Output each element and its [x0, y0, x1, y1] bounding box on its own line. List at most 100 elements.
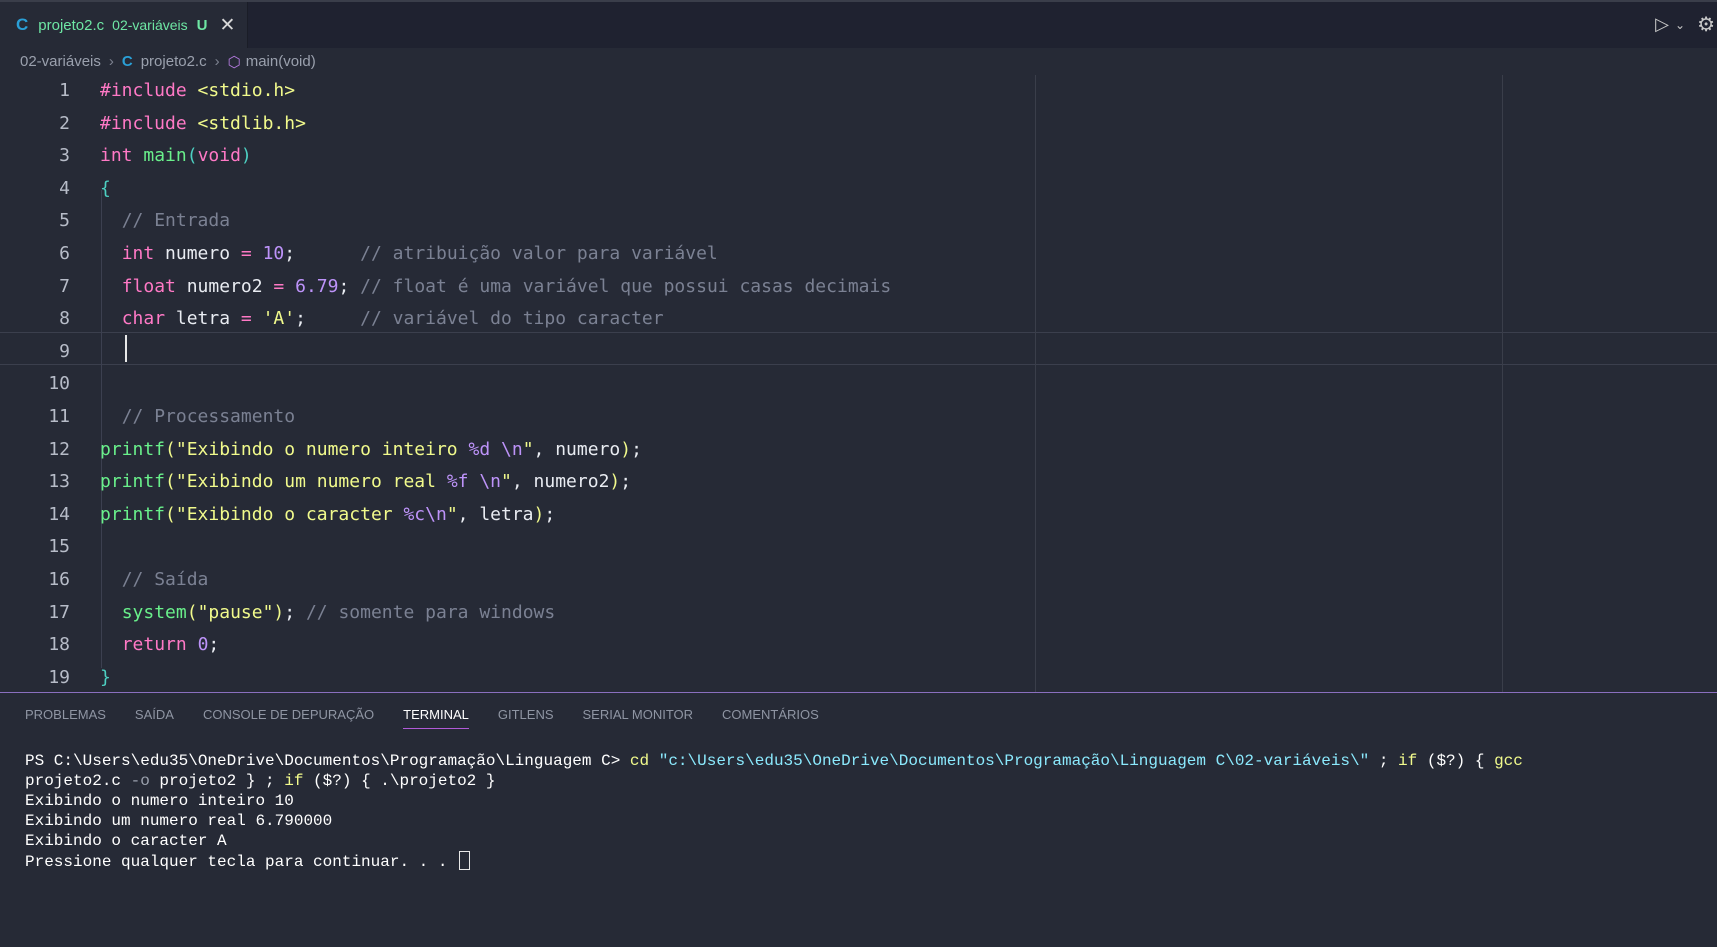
terminal-output-line: Pressione qualquer tecla para continuar.… [25, 853, 458, 871]
code-token: printf [100, 471, 166, 493]
panel-tab-terminal[interactable]: TERMINAL [403, 707, 469, 729]
code-token: #include [100, 80, 187, 101]
play-icon[interactable]: ▷ [1655, 14, 1669, 35]
breadcrumb-file[interactable]: projeto2.c [141, 53, 207, 70]
code-token: #include [100, 112, 187, 134]
code-token: printf [100, 438, 166, 460]
breadcrumb-folder[interactable]: 02-variáveis [20, 53, 101, 70]
gear-icon[interactable]: ⚙ [1697, 12, 1715, 37]
line-number: 12 [48, 438, 70, 460]
line-number: 7 [59, 275, 70, 297]
terminal-command: cd [629, 752, 650, 770]
code-token: // variável do tipo caracter [360, 308, 664, 330]
code-line: int numero = 10; // atribuição valor par… [100, 238, 718, 271]
editor-tab-projeto2[interactable]: C projeto2.c 02-variáveis U ✕ [0, 2, 248, 48]
line-number: 15 [48, 536, 70, 558]
code-token: %d [468, 438, 491, 460]
untracked-badge: U [196, 16, 208, 34]
tab-bar: C projeto2.c 02-variáveis U ✕ ▷ ⌄ ⚙ [0, 0, 1717, 48]
terminal-text: ; [1369, 752, 1399, 770]
code-token: ( [165, 503, 176, 525]
code-token: ) [273, 601, 285, 623]
code-line: // Saída [100, 564, 209, 597]
code-token: { [100, 177, 111, 199]
code-line: int main(void) [100, 140, 252, 173]
code-token: " [446, 503, 458, 525]
code-token: ; [544, 503, 556, 525]
code-token: = [273, 275, 285, 297]
code-token: void [197, 145, 241, 167]
code-token: ; [631, 438, 642, 460]
terminal-text: projeto2 } ; [149, 772, 285, 790]
close-icon[interactable]: ✕ [219, 14, 235, 37]
chevron-right-icon: › [108, 53, 114, 70]
code-line: #include <stdlib.h> [100, 108, 306, 141]
line-number: 8 [59, 308, 70, 330]
code-editor[interactable]: 1 #include <stdio.h> 2 #include <stdlib.h> 3… [0, 75, 1717, 692]
code-token: ; [284, 243, 361, 264]
c-file-icon: C [16, 15, 29, 34]
panel-tab-coment-rios[interactable]: COMENTÁRIOS [722, 707, 819, 729]
panel-tab-serial-monitor[interactable]: SERIAL MONITOR [583, 707, 694, 729]
panel-tab-gitlens[interactable]: GITLENS [498, 707, 554, 729]
line-number: 6 [59, 243, 70, 264]
terminal-keyword: if [284, 772, 304, 790]
terminal-keyword: if [1398, 752, 1418, 770]
code-token: int [121, 243, 155, 264]
panel-tab-problemas[interactable]: PROBLEMAS [25, 707, 106, 729]
panel-tabs: PROBLEMAS SAÍDA CONSOLE DE DEPURAÇÃO TERMIN… [25, 707, 819, 729]
code-token: // Processamento [121, 406, 296, 427]
code-line: return 0; [100, 629, 220, 662]
breadcrumb-symbol[interactable]: main(void) [246, 53, 316, 70]
code-token: %f [446, 471, 469, 493]
code-line: float numero2 = 6.79; // float é uma var… [100, 271, 891, 304]
current-line-highlight [0, 332, 1717, 365]
code-line: char letra = 'A'; // variável do tipo ca… [100, 303, 664, 336]
code-token: ; [338, 275, 361, 297]
code-line: #include <stdio.h> [100, 75, 295, 108]
code-line: system("pause"); // somente para windows [100, 597, 556, 630]
code-token: , letra [457, 503, 534, 525]
panel-tab-sa-da[interactable]: SAÍDA [135, 707, 174, 729]
line-number: 17 [48, 601, 70, 623]
code-token: system [121, 601, 187, 623]
code-token: } [100, 666, 111, 688]
panel-tab-console-de-depura-o[interactable]: CONSOLE DE DEPURAÇÃO [203, 707, 374, 729]
code-token: ( [186, 145, 198, 167]
terminal-output[interactable]: PS C:\Users\edu35\OneDrive\Documentos\Pr… [25, 751, 1695, 872]
code-token: main [143, 145, 187, 167]
code-token: numero2 [175, 275, 274, 297]
code-token: <stdio.h> [197, 80, 296, 101]
line-number: 5 [59, 210, 70, 232]
code-token: // Entrada [121, 210, 231, 232]
editor-actions: ▷ ⌄ ⚙ [1655, 12, 1717, 37]
line-number: 9 [59, 340, 70, 362]
code-token: letra [165, 308, 241, 330]
line-number: 16 [48, 569, 70, 590]
code-token: 0 [197, 634, 209, 656]
code-line: { [100, 173, 111, 206]
line-number: 10 [48, 373, 70, 395]
code-token: return [121, 634, 187, 656]
code-token: %c\n [403, 503, 447, 525]
chevron-down-icon[interactable]: ⌄ [1675, 18, 1685, 32]
line-number: 3 [59, 145, 70, 167]
code-token: ; [620, 471, 632, 493]
code-token: ; [295, 308, 361, 330]
code-token: int [100, 145, 133, 167]
tab-filename: projeto2.c [38, 16, 105, 34]
code-token: 10 [262, 243, 285, 264]
line-number: 4 [59, 177, 70, 199]
code-token: // Saída [121, 569, 209, 590]
code-token: ) [533, 503, 545, 525]
chevron-right-icon: › [214, 53, 220, 70]
code-token: <stdlib.h> [197, 112, 306, 134]
line-number: 2 [59, 112, 70, 134]
